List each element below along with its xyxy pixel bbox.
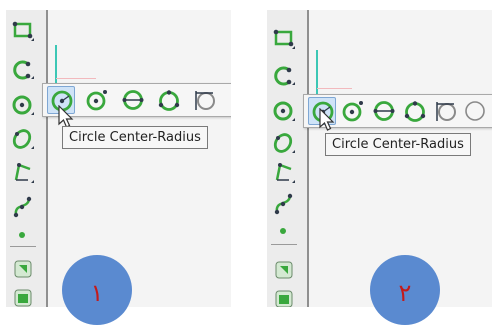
toolbar-separator: [10, 246, 36, 247]
arc-icon[interactable]: [271, 62, 297, 88]
spline-icon[interactable]: [271, 190, 297, 216]
toolbar-separator: [271, 244, 297, 245]
ellipse-icon[interactable]: [271, 130, 297, 156]
vertical-toolbar: [6, 10, 48, 307]
x-axis-line: [56, 78, 96, 79]
circle-outline-icon[interactable]: [227, 86, 231, 114]
ellipse-icon[interactable]: [10, 126, 36, 152]
tooltip: Circle Center-Radius: [62, 126, 208, 149]
circle-tangent-line-icon[interactable]: [191, 86, 219, 114]
face-icon[interactable]: [10, 285, 36, 307]
step-badge-1: ١: [62, 255, 132, 325]
polygon-icon[interactable]: [271, 160, 297, 186]
circle-tangent-icon[interactable]: [339, 97, 367, 125]
circle-tangent-icon[interactable]: [83, 86, 111, 114]
circle-icon[interactable]: [10, 92, 36, 118]
circle-diameter-icon[interactable]: [119, 86, 147, 114]
point-icon[interactable]: [271, 218, 297, 244]
fillet-icon[interactable]: [10, 256, 36, 282]
spline-icon[interactable]: [10, 193, 36, 219]
circle-diameter-icon[interactable]: [370, 97, 398, 125]
circle-tangent-line-icon[interactable]: [432, 97, 460, 125]
x-axis-line: [317, 88, 352, 89]
circle-three-points-icon[interactable]: [155, 86, 183, 114]
vertical-toolbar: [267, 10, 309, 307]
rectangle-icon[interactable]: [10, 18, 36, 44]
rectangle-icon[interactable]: [271, 26, 297, 52]
point-icon[interactable]: [10, 222, 36, 248]
arc-icon[interactable]: [10, 56, 36, 82]
circle-outline-icon[interactable]: [461, 97, 489, 125]
circle-icon[interactable]: [271, 98, 297, 124]
tooltip: Circle Center-Radius: [325, 133, 471, 156]
step-badge-2: ٢: [370, 255, 440, 325]
polygon-icon[interactable]: [10, 160, 36, 186]
circle-three-points-icon[interactable]: [401, 97, 429, 125]
mouse-cursor-icon: [319, 108, 337, 134]
fillet-icon[interactable]: [271, 257, 297, 283]
panel-2: Circle Center-Radius: [267, 10, 492, 307]
face-icon[interactable]: [271, 286, 297, 307]
